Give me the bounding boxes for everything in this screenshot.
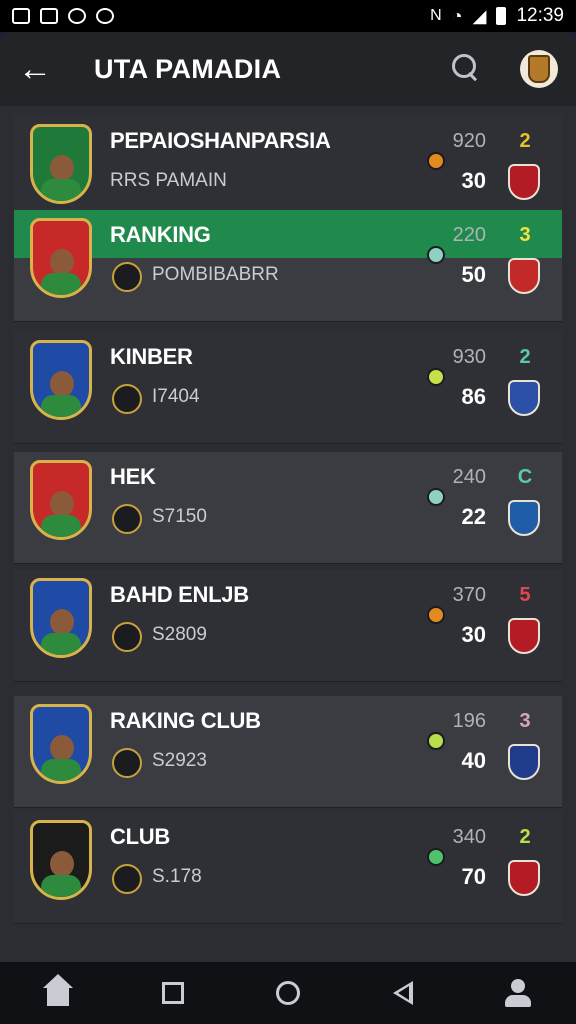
signal-icon: ◢ <box>472 5 487 26</box>
league-icon <box>112 748 142 778</box>
club-score: 220 <box>452 224 486 246</box>
wifi-icon: ◔ <box>451 5 463 26</box>
ranking-row[interactable]: RANKING POMBIBABRR 220 3 50 <box>14 210 562 322</box>
league-icon <box>112 864 142 894</box>
club-name: KINBER <box>110 344 193 369</box>
club-shield-icon <box>30 578 92 658</box>
app-icon <box>68 8 86 24</box>
club-score: 240 <box>452 466 486 488</box>
club-points: 70 <box>461 864 486 889</box>
club-points: 86 <box>461 384 486 409</box>
club-score: 930 <box>452 346 486 368</box>
search-icon[interactable] <box>448 50 486 88</box>
club-score: 920 <box>452 130 486 152</box>
league-icon <box>112 622 142 652</box>
profile-icon[interactable] <box>498 973 538 1013</box>
club-points: 30 <box>461 168 486 193</box>
club-badge-icon <box>508 860 540 896</box>
ranking-row[interactable]: RAKING CLUB S2923 196 3 40 <box>14 696 562 808</box>
league-icon <box>112 504 142 534</box>
recents-icon[interactable] <box>153 973 193 1013</box>
league-icon <box>112 384 142 414</box>
club-shield-icon <box>30 124 92 204</box>
club-points: 22 <box>461 504 486 529</box>
ranking-row[interactable]: CLUB S.178 340 2 70 <box>14 812 562 924</box>
club-rank: 2 <box>519 346 531 368</box>
club-rank: 2 <box>519 826 531 848</box>
circle-home-icon[interactable] <box>268 973 308 1013</box>
club-rank: 3 <box>519 710 531 732</box>
ranking-panel: ← UTA PAMADIA PEPAIOSHANPARSIA RRS PAMAI… <box>0 32 576 962</box>
club-name: HEK <box>110 464 156 489</box>
club-name: CLUB <box>110 824 170 849</box>
club-score: 340 <box>452 826 486 848</box>
ranking-row[interactable]: KINBER I7404 930 2 86 <box>14 332 562 444</box>
club-shield-icon <box>30 218 92 298</box>
back-icon[interactable] <box>383 973 423 1013</box>
navigation-bar <box>0 962 576 1024</box>
club-rank: 5 <box>519 584 531 606</box>
club-shield-icon <box>30 820 92 900</box>
app-icon <box>96 8 114 24</box>
ranking-row[interactable]: BAHD ENLJB S2809 370 5 30 <box>14 570 562 682</box>
club-badge-icon <box>508 258 540 294</box>
club-rank: 3 <box>519 224 531 246</box>
club-badge-icon <box>508 744 540 780</box>
page-title: UTA PAMADIA <box>94 53 282 84</box>
club-badge-icon <box>508 618 540 654</box>
club-points: 50 <box>461 262 486 287</box>
league-icon <box>112 262 142 292</box>
club-score: 196 <box>452 710 486 732</box>
club-badge-icon <box>508 500 540 536</box>
club-crest-icon[interactable] <box>520 50 558 88</box>
club-points: 40 <box>461 748 486 773</box>
club-rank: C <box>517 466 533 488</box>
app-icon <box>40 8 58 24</box>
club-score: 370 <box>452 584 486 606</box>
club-name: PEPAIOSHANPARSIA <box>110 128 331 153</box>
battery-icon <box>496 7 507 25</box>
club-subtitle: POMBIBABRR <box>152 264 279 285</box>
club-badge-icon <box>508 164 540 200</box>
club-name: RAKING CLUB <box>110 708 261 733</box>
club-shield-icon <box>30 340 92 420</box>
app-icon <box>12 8 30 24</box>
club-subtitle: RRS PAMAIN <box>110 170 227 191</box>
club-subtitle: S.178 <box>152 866 202 887</box>
status-time: 12:39 <box>516 5 564 26</box>
club-points: 30 <box>461 622 486 647</box>
club-badge-icon <box>508 380 540 416</box>
club-subtitle: I7404 <box>152 386 200 407</box>
home-icon[interactable] <box>38 973 78 1013</box>
club-name: BAHD ENLJB <box>110 582 249 607</box>
club-shield-icon <box>30 704 92 784</box>
club-subtitle: S2923 <box>152 750 207 771</box>
nfc-icon: N <box>430 7 442 24</box>
club-subtitle: S7150 <box>152 506 207 527</box>
club-rank: 2 <box>519 130 531 152</box>
arrow-left-icon[interactable]: ← <box>18 50 68 89</box>
club-shield-icon <box>30 460 92 540</box>
club-name: RANKING <box>110 222 211 247</box>
ranking-row[interactable]: HEK S7150 240 C 22 <box>14 452 562 564</box>
club-subtitle: S2809 <box>152 624 207 645</box>
status-bar: N ◔ ◢ 12:39 <box>0 0 576 32</box>
app-header: ← UTA PAMADIA <box>0 32 576 106</box>
